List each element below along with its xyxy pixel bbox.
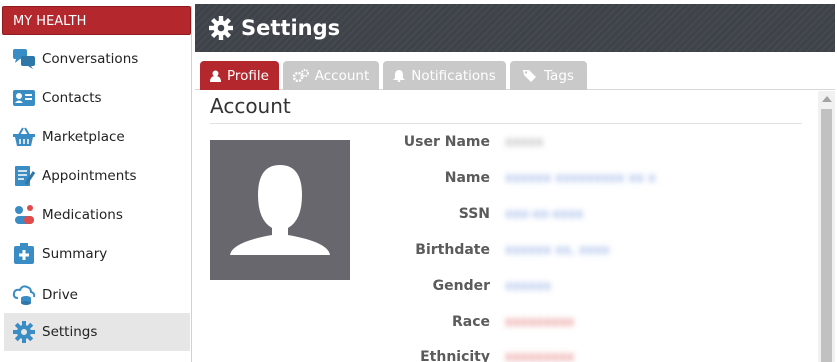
scrollbar-thumb[interactable] xyxy=(821,109,832,362)
field-value-gender: xxxxxx xyxy=(505,279,552,294)
user-silhouette-icon xyxy=(230,165,330,255)
sidebar-item-medications[interactable]: Medications xyxy=(4,196,190,234)
sidebar-item-label: Marketplace xyxy=(42,129,125,145)
user-icon xyxy=(210,70,221,82)
pills-icon xyxy=(12,203,36,227)
tab-label: Notifications xyxy=(411,67,496,84)
gear-icon xyxy=(209,16,233,40)
main-panel: Settings Profile Account Notifications T… xyxy=(195,4,835,362)
sidebar-item-appointments[interactable]: Appointments xyxy=(4,157,190,195)
field-label-race: Race xyxy=(451,314,490,330)
sidebar-header: MY HEALTH xyxy=(2,6,191,35)
conversations-icon xyxy=(12,47,36,71)
field-label-username: User Name xyxy=(403,134,490,150)
page-title: Settings xyxy=(241,16,341,40)
basket-icon xyxy=(12,125,36,149)
avatar[interactable] xyxy=(210,140,350,280)
sidebar-item-label: Contacts xyxy=(42,90,102,106)
tab-bar: Profile Account Notifications Tags xyxy=(195,52,835,90)
contacts-icon xyxy=(12,86,36,110)
appointments-icon xyxy=(12,164,36,188)
cloud-drive-icon xyxy=(12,283,36,307)
section-title: Account xyxy=(210,94,291,118)
sidebar-item-conversations[interactable]: Conversations xyxy=(4,40,190,78)
sidebar-item-label: Appointments xyxy=(42,168,137,184)
bell-icon xyxy=(393,69,406,82)
tab-label: Profile xyxy=(227,67,269,84)
tab-profile[interactable]: Profile xyxy=(200,61,279,90)
gears-icon xyxy=(292,69,309,82)
sidebar-item-summary[interactable]: Summary xyxy=(4,235,190,273)
sidebar-item-label: Medications xyxy=(42,207,123,223)
field-label-ethnicity: Ethnicity xyxy=(420,349,490,362)
sidebar-item-settings[interactable]: Settings xyxy=(4,313,190,351)
field-value-race: xxxxxxxxx xyxy=(505,315,575,330)
tab-tags[interactable]: Tags xyxy=(510,61,587,90)
field-label-birthdate: Birthdate xyxy=(415,242,490,258)
sidebar-item-contacts[interactable]: Contacts xyxy=(4,79,190,117)
tab-notifications[interactable]: Notifications xyxy=(383,61,506,90)
sidebar-item-label: Drive xyxy=(42,287,78,303)
tags-icon xyxy=(523,69,538,82)
field-value-name: xxxxxx xxxxxxxxx xx x xyxy=(505,171,656,186)
field-label-gender: Gender xyxy=(432,278,490,294)
vertical-scrollbar[interactable] xyxy=(818,91,835,362)
scroll-up-arrow-icon[interactable] xyxy=(822,96,832,102)
field-value-ethnicity: xxxxxxxxx xyxy=(505,350,575,362)
sidebar-item-drive[interactable]: Drive xyxy=(4,276,190,314)
medical-kit-icon xyxy=(12,242,36,266)
section-divider xyxy=(210,123,802,124)
sidebar-item-label: Conversations xyxy=(42,51,139,67)
sidebar-item-label: Summary xyxy=(42,246,108,262)
field-label-name: Name xyxy=(444,170,490,186)
sidebar-item-marketplace[interactable]: Marketplace xyxy=(4,118,190,156)
app-window: MY HEALTH Conversations Contacts Marketp… xyxy=(0,0,837,362)
sidebar: MY HEALTH Conversations Contacts Marketp… xyxy=(2,6,192,362)
gear-icon xyxy=(12,320,36,344)
profile-content: Account User Name xxxxx Name xxxxxx xxxx… xyxy=(195,91,835,362)
sidebar-item-label: Settings xyxy=(42,324,98,340)
page-header: Settings xyxy=(195,4,835,52)
field-value-ssn: xxx-xx-xxxx xyxy=(505,207,584,222)
field-label-ssn: SSN xyxy=(458,206,490,222)
tab-label: Account xyxy=(314,67,370,84)
field-value-birthdate: xxxxxx xx, xxxx xyxy=(505,243,610,258)
tab-account[interactable]: Account xyxy=(283,61,379,90)
field-value-username: xxxxx xyxy=(505,135,544,150)
tab-label: Tags xyxy=(544,67,574,84)
